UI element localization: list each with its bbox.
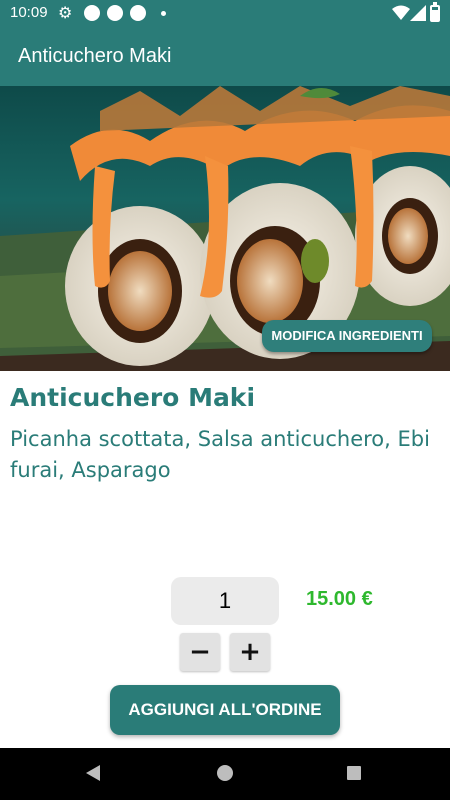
decrease-quantity-button[interactable]: − xyxy=(180,633,220,671)
edit-ingredients-button[interactable]: MODIFICA INGREDIENTI xyxy=(262,320,432,352)
add-to-order-button[interactable]: AGGIUNGI ALL'ORDINE xyxy=(110,685,340,735)
quantity-field[interactable]: 1 xyxy=(171,577,279,625)
settings-gear-icon: ⚙ xyxy=(58,3,73,22)
cell-signal-icon xyxy=(410,5,426,21)
status-time: 10:09 xyxy=(10,4,48,21)
system-navigation-bar xyxy=(0,748,450,800)
product-name: Anticuchero Maki xyxy=(10,383,256,412)
app-bar: Anticuchero Maki xyxy=(0,28,450,86)
recents-icon[interactable] xyxy=(347,766,361,780)
product-description: Picanha scottata, Salsa anticuchero, Ebi… xyxy=(10,427,430,482)
battery-icon xyxy=(430,2,440,22)
notification-dot-icon xyxy=(84,5,100,21)
product-image: MODIFICA INGREDIENTI xyxy=(0,86,450,371)
wifi-icon xyxy=(392,5,410,20)
back-icon[interactable] xyxy=(86,765,100,781)
product-price: 15.00 € xyxy=(306,588,373,610)
notification-dot-icon xyxy=(107,5,123,21)
more-notifications-icon xyxy=(161,11,166,16)
page-title: Anticuchero Maki xyxy=(18,45,172,67)
home-icon[interactable] xyxy=(217,765,233,781)
status-bar: 10:09 ⚙ xyxy=(0,0,450,28)
notification-dot-icon xyxy=(130,5,146,21)
increase-quantity-button[interactable]: + xyxy=(230,633,270,671)
